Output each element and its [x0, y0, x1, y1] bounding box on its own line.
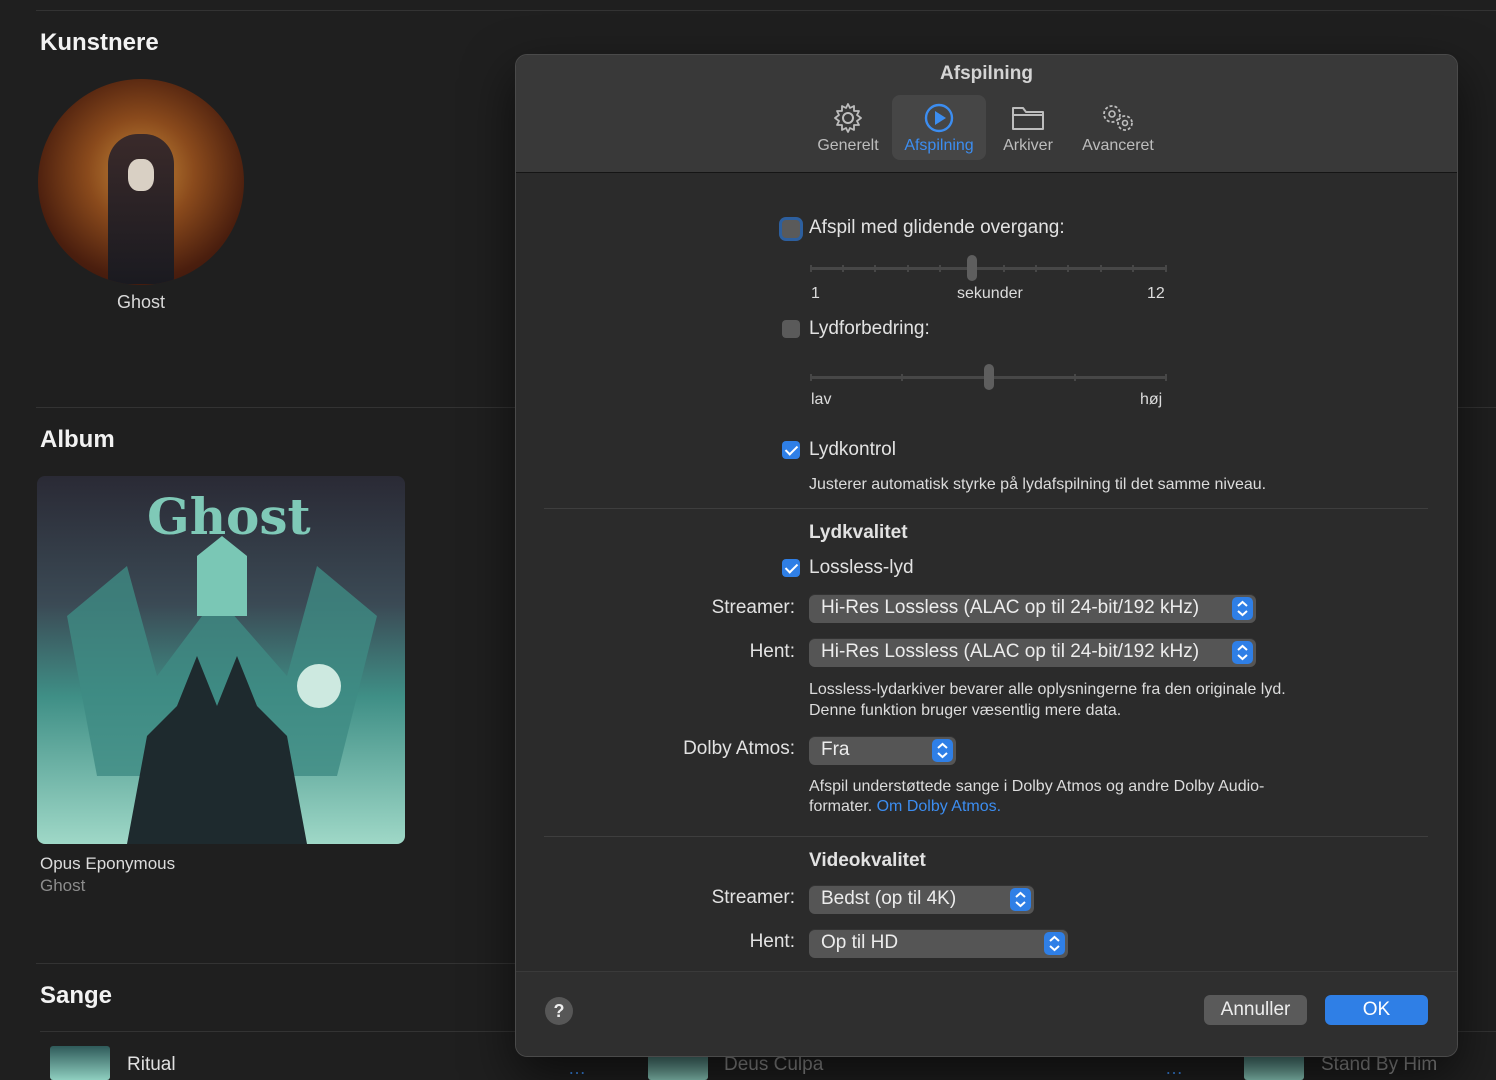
ok-button[interactable]: OK	[1325, 995, 1428, 1025]
crossfade-checkbox[interactable]	[782, 220, 800, 238]
sound-check-label: Lydkontrol	[809, 439, 896, 460]
help-button[interactable]: ?	[545, 997, 573, 1025]
dolby-note-text: formater.	[809, 798, 873, 815]
audio-quality-heading: Lydkvalitet	[809, 522, 908, 543]
select-value: Hi-Res Lossless (ALAC op til 24-bit/192 …	[821, 641, 1200, 662]
dialog-title: Afspilning	[940, 63, 1033, 84]
video-streaming-label: Streamer:	[711, 887, 795, 908]
song-title[interactable]: Deus Culpa	[724, 1054, 823, 1076]
album-artwork: Ghost	[67, 487, 377, 844]
dolby-atmos-select[interactable]: Fra	[809, 736, 956, 765]
tab-files[interactable]: Arkiver	[981, 95, 1075, 160]
song-title[interactable]: Ritual	[127, 1054, 176, 1076]
select-arrows-icon	[1232, 641, 1253, 664]
dolby-note-line1: Afspil understøttede sange i Dolby Atmos…	[809, 778, 1265, 795]
dolby-atmos-link[interactable]: Om Dolby Atmos.	[877, 798, 1001, 815]
songs-section-title: Sange	[40, 982, 113, 1009]
select-arrows-icon	[1010, 888, 1031, 911]
select-value: Fra	[821, 739, 850, 760]
albums-divider	[36, 963, 516, 964]
lossless-note-line1: Lossless-lydarkiver bevarer alle oplysni…	[809, 681, 1286, 698]
song-title[interactable]: Stand By Him	[1321, 1054, 1437, 1076]
sound-check-checkbox[interactable]	[782, 441, 800, 459]
crossfade-min-label: 1	[811, 285, 820, 302]
albums-section-title: Album	[40, 426, 115, 453]
sound-enhancer-high-label: høj	[1140, 391, 1163, 408]
audio-streaming-label: Streamer:	[711, 597, 795, 618]
select-value: Op til HD	[821, 932, 899, 953]
artists-divider	[36, 407, 516, 408]
artist-name[interactable]: Ghost	[38, 292, 244, 313]
dolby-note-line2: formater. Om Dolby Atmos.	[809, 798, 1001, 816]
crossfade-max-label: 12	[1147, 285, 1165, 302]
more-button[interactable]: …	[1165, 1058, 1183, 1079]
album-artist[interactable]: Ghost	[40, 876, 85, 896]
tab-advanced[interactable]: Avanceret	[1071, 95, 1165, 160]
sound-enhancer-low-label: lav	[811, 391, 832, 408]
album-cover[interactable]: Ghost	[37, 476, 405, 844]
svg-text:Ghost: Ghost	[147, 487, 311, 546]
select-arrows-icon	[1232, 597, 1253, 620]
tab-label: Avanceret	[1082, 137, 1154, 154]
crossfade-unit-label: sekunder	[957, 285, 1023, 302]
top-divider	[36, 10, 1496, 11]
folder-icon	[1012, 107, 1044, 130]
lossless-checkbox[interactable]	[782, 559, 800, 577]
dolby-atmos-label: Dolby Atmos:	[683, 738, 795, 759]
audio-streaming-select[interactable]: Hi-Res Lossless (ALAC op til 24-bit/192 …	[809, 594, 1256, 623]
audio-download-label: Hent:	[749, 641, 795, 662]
crossfade-slider-knob[interactable]	[967, 255, 978, 281]
gear-icon	[834, 103, 862, 133]
sound-check-description: Justerer automatisk styrke på lydafspiln…	[809, 476, 1267, 493]
crossfade-label: Afspil med glidende overgang:	[809, 217, 1065, 238]
song-artwork	[50, 1046, 110, 1080]
dialog-footer: ? Annuller OK	[516, 971, 1457, 1056]
album-name[interactable]: Opus Eponymous	[40, 854, 175, 874]
section-divider	[544, 836, 1428, 837]
preferences-content: Afspil med glidende overgang: 1 sekunder…	[516, 173, 1457, 971]
play-circle-icon	[924, 103, 954, 133]
cancel-button[interactable]: Annuller	[1204, 995, 1307, 1025]
video-streaming-select[interactable]: Bedst (op til 4K)	[809, 885, 1034, 914]
playback-preferences-dialog: Afspilning Generelt Afspilning Arkiver A…	[515, 54, 1458, 1057]
section-divider	[544, 508, 1428, 509]
tab-general[interactable]: Generelt	[801, 95, 895, 160]
artists-section-title: Kunstnere	[40, 29, 159, 56]
lossless-note-line2: Denne funktion bruger væsentlig mere dat…	[809, 702, 1122, 719]
artist-image[interactable]	[38, 79, 244, 285]
lossless-label: Lossless-lyd	[809, 557, 914, 578]
tab-label: Afspilning	[904, 137, 974, 154]
sound-enhancer-slider-knob[interactable]	[983, 364, 994, 390]
sound-enhancer-label: Lydforbedring:	[809, 318, 930, 339]
video-quality-heading: Videokvalitet	[809, 850, 926, 871]
tab-label: Arkiver	[1003, 137, 1053, 154]
video-download-select[interactable]: Op til HD	[809, 929, 1068, 958]
select-arrows-icon	[1044, 932, 1065, 955]
select-value: Hi-Res Lossless (ALAC op til 24-bit/192 …	[821, 597, 1200, 618]
gears-icon	[1103, 105, 1133, 131]
sound-enhancer-checkbox[interactable]	[782, 320, 800, 338]
video-download-label: Hent:	[749, 931, 795, 952]
preferences-toolbar: Afspilning Generelt Afspilning Arkiver A…	[516, 55, 1457, 173]
select-value: Bedst (op til 4K)	[821, 888, 957, 909]
tab-label: Generelt	[817, 137, 879, 154]
tab-playback[interactable]: Afspilning	[892, 95, 986, 160]
artists-divider-right	[1458, 407, 1496, 408]
audio-download-select[interactable]: Hi-Res Lossless (ALAC op til 24-bit/192 …	[809, 638, 1256, 667]
more-button[interactable]: …	[568, 1058, 586, 1079]
select-arrows-icon	[932, 739, 953, 762]
